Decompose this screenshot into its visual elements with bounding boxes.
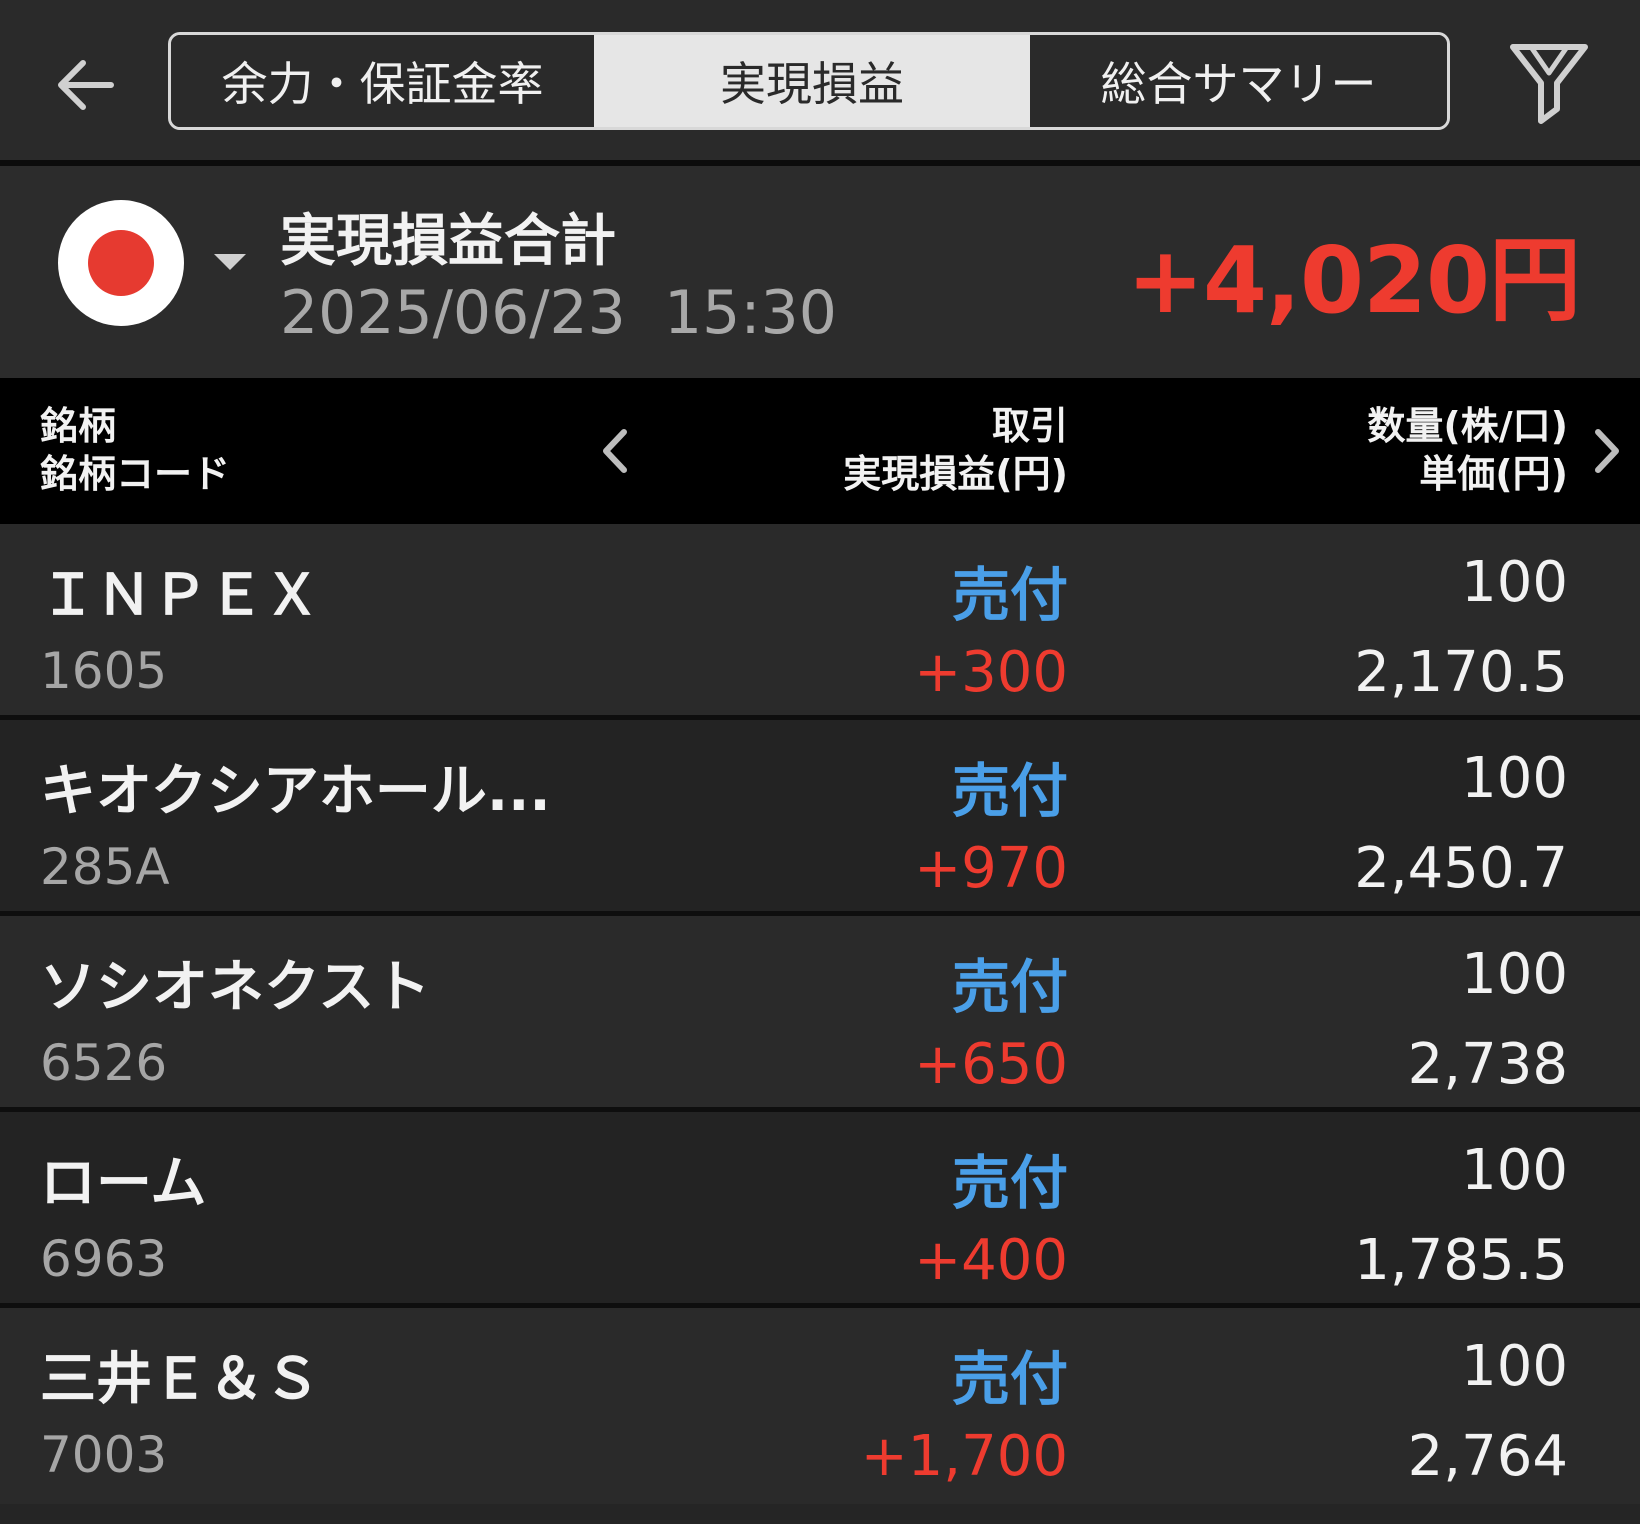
trade-side: 売付 (951, 1149, 1068, 1217)
quantity: 100 (1461, 1334, 1568, 1399)
filter-button[interactable] (1505, 40, 1593, 128)
market-selector[interactable] (58, 200, 258, 330)
back-button[interactable] (40, 40, 130, 130)
realized-pl: +970 (914, 836, 1068, 901)
table-header: 銘柄 銘柄コード 取引 実現損益(円) 数量(株/口) 単価(円) (0, 378, 1640, 524)
tab-bar: 余力・保証金率 実現損益 総合サマリー (168, 32, 1450, 130)
unit-price: 1,785.5 (1354, 1228, 1568, 1293)
dropdown-caret-icon (214, 254, 246, 270)
table-row[interactable]: ソシオネクスト 6526 売付 +650 100 2,738 (0, 916, 1640, 1112)
realized-pl: +300 (914, 640, 1068, 705)
chevron-left-icon (603, 429, 627, 473)
trade-side: 売付 (951, 561, 1068, 629)
summary-total: +4,020円 (1126, 227, 1581, 334)
unit-price: 2,738 (1407, 1032, 1568, 1097)
stock-code: 285A (40, 838, 170, 896)
chevron-right-icon (1595, 429, 1619, 473)
stock-name: ローム (40, 1151, 207, 1216)
japan-flag-icon (58, 200, 184, 326)
table-row[interactable]: 三井Ｅ＆Ｓ 7003 売付 +1,700 100 2,764 (0, 1308, 1640, 1504)
unit-price: 2,450.7 (1354, 836, 1568, 901)
scroll-left-button[interactable] (590, 418, 640, 484)
stock-name: キオクシアホール... (40, 759, 551, 824)
top-bar: 余力・保証金率 実現損益 総合サマリー (0, 0, 1640, 160)
table-row[interactable]: ローム 6963 売付 +400 100 1,785.5 (0, 1112, 1640, 1308)
stock-code: 6526 (40, 1034, 168, 1092)
unit-price: 2,170.5 (1354, 640, 1568, 705)
header-col-trade: 取引 実現損益(円) (843, 404, 1068, 496)
header-col-name: 銘柄 銘柄コード (40, 404, 231, 496)
quantity: 100 (1461, 550, 1568, 615)
trade-side: 売付 (951, 757, 1068, 825)
trade-side: 売付 (951, 953, 1068, 1021)
realized-pl: +400 (914, 1228, 1068, 1293)
tab-realized-pl[interactable]: 実現損益 (594, 35, 1030, 127)
header-col-quantity: 数量(株/口) 単価(円) (1367, 404, 1568, 496)
quantity: 100 (1461, 942, 1568, 1007)
quantity: 100 (1461, 1138, 1568, 1203)
table-row[interactable]: キオクシアホール... 285A 売付 +970 100 2,450.7 (0, 720, 1640, 916)
quantity: 100 (1461, 746, 1568, 811)
stock-code: 7003 (40, 1426, 168, 1484)
summary-date: 2025/06/23 15:30 (280, 278, 837, 348)
stock-name: ソシオネクスト (40, 955, 431, 1020)
stock-name: ＩＮＰＥＸ (40, 563, 320, 628)
tab-margin-rate[interactable]: 余力・保証金率 (171, 35, 594, 127)
stock-code: 6963 (40, 1230, 168, 1288)
stock-name: 三井Ｅ＆Ｓ (40, 1347, 320, 1412)
realized-pl: +650 (914, 1032, 1068, 1097)
table-row[interactable]: ＩＮＰＥＸ 1605 売付 +300 100 2,170.5 (0, 524, 1640, 720)
filter-icon (1510, 44, 1588, 124)
trade-side: 売付 (951, 1345, 1068, 1413)
back-arrow-icon (58, 60, 114, 110)
summary-title: 実現損益合計 (280, 209, 616, 274)
tab-summary[interactable]: 総合サマリー (1030, 35, 1447, 127)
pl-list: ＩＮＰＥＸ 1605 売付 +300 100 2,170.5 キオクシアホール.… (0, 524, 1640, 1504)
stock-code: 1605 (40, 642, 168, 700)
unit-price: 2,764 (1407, 1424, 1568, 1489)
scroll-right-button[interactable] (1582, 418, 1632, 484)
realized-pl: +1,700 (860, 1424, 1068, 1489)
summary-panel: 実現損益合計 2025/06/23 15:30 +4,020円 (0, 166, 1640, 378)
